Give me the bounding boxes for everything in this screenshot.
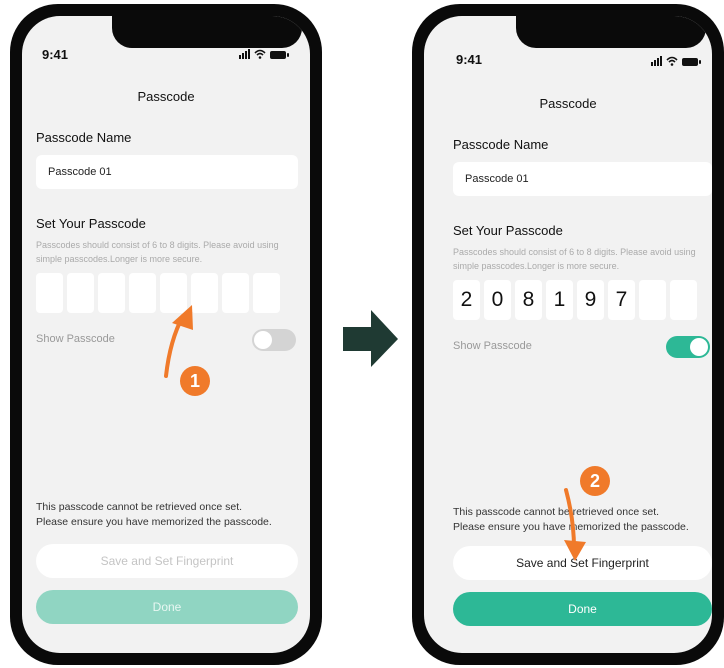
step-2-badge: 2	[580, 466, 610, 496]
step-2-arrowhead	[564, 540, 586, 561]
step-1-arrowhead	[172, 305, 193, 330]
flow-arrow-icon	[343, 310, 398, 367]
step-2-pointer-arrow	[564, 488, 576, 550]
annotation-layer	[164, 305, 586, 561]
step-1-badge: 1	[180, 366, 210, 396]
